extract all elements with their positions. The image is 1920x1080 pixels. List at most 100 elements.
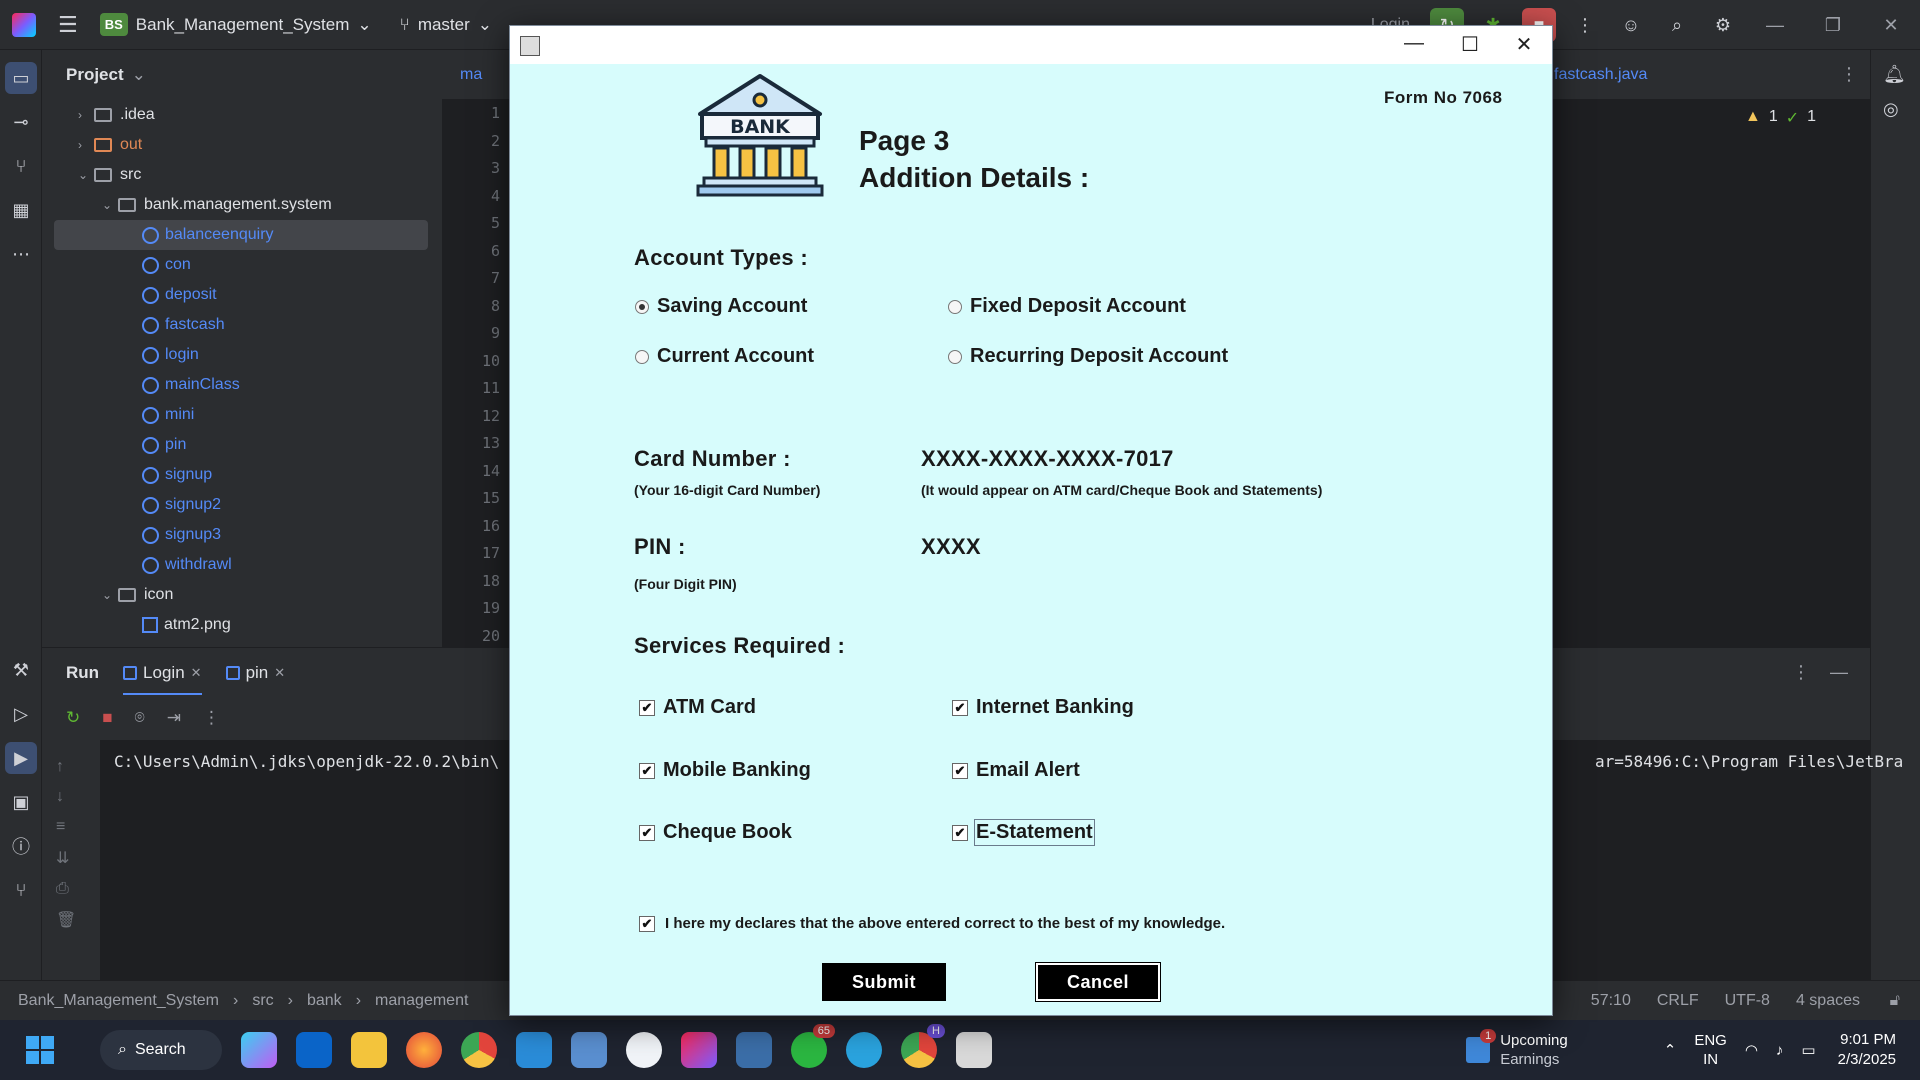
run-tab-login[interactable]: Login ✕: [123, 663, 202, 695]
problems-icon[interactable]: ⓘ: [5, 830, 37, 862]
wifi-icon[interactable]: ◠: [1745, 1041, 1758, 1059]
pull-requests-icon[interactable]: ⑂: [5, 150, 37, 182]
tree-item[interactable]: › out: [42, 130, 442, 160]
terminal-icon[interactable]: ▣: [5, 786, 37, 818]
checkbox[interactable]: ✔: [639, 915, 655, 932]
scroll-to-end-icon[interactable]: ⇊: [56, 848, 76, 868]
tree-item[interactable]: atm2.png: [42, 610, 442, 640]
radio-fixed-deposit[interactable]: Fixed Deposit Account: [948, 295, 1186, 318]
exit-icon[interactable]: ⇥: [167, 708, 181, 728]
radio-button[interactable]: [635, 299, 649, 314]
run-options-icon[interactable]: ⋮: [1792, 662, 1810, 683]
line-separator[interactable]: CRLF: [1657, 992, 1699, 1010]
chevron-down-icon[interactable]: ⌄: [102, 588, 118, 602]
intellij-taskbar-icon[interactable]: [681, 1032, 717, 1068]
chrome-icon[interactable]: [461, 1032, 497, 1068]
more-tools-icon[interactable]: ⋯: [5, 238, 37, 270]
tree-item[interactable]: ⌄ icon: [42, 580, 442, 610]
taskbar-search[interactable]: ⌕ Search: [100, 1030, 222, 1070]
radio-recurring-deposit[interactable]: Recurring Deposit Account: [948, 345, 1228, 368]
project-switcher[interactable]: BS Bank_Management_System ⌄: [99, 13, 372, 36]
virtualbox-icon[interactable]: [571, 1032, 607, 1068]
app-store-icon[interactable]: [626, 1032, 662, 1068]
scroll-up-icon[interactable]: ↑: [56, 758, 76, 776]
earnings-widget[interactable]: 1 Upcoming Earnings: [1466, 1029, 1568, 1069]
tree-item[interactable]: mini: [42, 400, 442, 430]
checkbox-atm-card[interactable]: ✔ ATM Card: [639, 696, 756, 719]
firefox-icon[interactable]: [406, 1032, 442, 1068]
structure-icon[interactable]: ▦: [5, 194, 37, 226]
settings-gear-icon[interactable]: ⚙: [1706, 8, 1740, 42]
notifications-bell-icon[interactable]: 🔔︎: [1883, 64, 1908, 85]
more-icon[interactable]: ⋮: [203, 708, 220, 728]
checkbox[interactable]: ✔: [639, 762, 655, 779]
chevron-up-icon[interactable]: ⌃: [1664, 1041, 1677, 1059]
chevron-right-icon[interactable]: ›: [78, 138, 94, 152]
java-app-icon[interactable]: [956, 1032, 992, 1068]
user-icon[interactable]: ☺: [1614, 8, 1648, 42]
vscode-icon[interactable]: [516, 1032, 552, 1068]
minimize-icon[interactable]: —: [1394, 32, 1434, 55]
print-icon[interactable]: ⎙: [56, 880, 76, 898]
tree-item[interactable]: ⌄ src: [42, 160, 442, 190]
breadcrumb-item[interactable]: Bank_Management_System: [18, 992, 219, 1010]
tree-item[interactable]: pin: [42, 430, 442, 460]
checkbox-declaration[interactable]: ✔ I here my declares that the above ente…: [639, 915, 1225, 932]
tree-item[interactable]: › .idea: [42, 100, 442, 130]
chevron-down-icon[interactable]: ⌄: [102, 198, 118, 212]
branch-switcher[interactable]: ⑂ master ⌄: [400, 15, 492, 35]
checkbox[interactable]: ✔: [639, 824, 655, 841]
tree-item[interactable]: ⌄ bank.management.system: [42, 190, 442, 220]
radio-button[interactable]: [635, 349, 649, 364]
checkbox-email-alert[interactable]: ✔ Email Alert: [952, 759, 1080, 782]
radio-button[interactable]: [948, 349, 962, 364]
more-actions-icon[interactable]: ⋮: [1568, 8, 1602, 42]
mysql-workbench-icon[interactable]: [736, 1032, 772, 1068]
services-icon[interactable]: ▷: [5, 698, 37, 730]
git-icon[interactable]: ⑂: [5, 874, 37, 906]
caret-position[interactable]: 57:10: [1591, 992, 1631, 1010]
breadcrumb-item[interactable]: bank: [307, 992, 342, 1010]
close-icon[interactable]: ✕: [1504, 32, 1544, 57]
tree-item[interactable]: con: [42, 250, 442, 280]
breadcrumb-item[interactable]: src: [252, 992, 273, 1010]
scroll-down-icon[interactable]: ↓: [56, 788, 76, 806]
whatsapp-icon[interactable]: 65: [791, 1024, 835, 1068]
clock[interactable]: 9:01 PM 2/3/2025: [1838, 1030, 1896, 1070]
language-indicator[interactable]: ENG IN: [1694, 1031, 1727, 1069]
main-menu-icon[interactable]: ☰: [58, 12, 78, 38]
ai-assistant-icon[interactable]: ◎: [1883, 99, 1908, 120]
tree-item[interactable]: login: [42, 340, 442, 370]
outlook-icon[interactable]: [296, 1032, 332, 1068]
close-tab-icon[interactable]: ✕: [274, 665, 285, 681]
cancel-button[interactable]: Cancel: [1035, 962, 1161, 1002]
tree-item[interactable]: mainClass: [42, 370, 442, 400]
search-icon[interactable]: ⌕: [1660, 8, 1694, 42]
radio-button[interactable]: [948, 299, 962, 314]
tree-item[interactable]: signup2: [42, 490, 442, 520]
radio-saving-account[interactable]: Saving Account: [635, 295, 807, 318]
lock-icon[interactable]: 🔓︎: [1890, 992, 1900, 1010]
run-tab-pin[interactable]: pin ✕: [225, 663, 285, 683]
tree-item[interactable]: signup3: [42, 520, 442, 550]
tree-item[interactable]: balanceenquiry: [54, 220, 428, 250]
maximize-icon[interactable]: ☐: [1450, 32, 1490, 57]
checkbox[interactable]: ✔: [952, 762, 968, 779]
chevron-right-icon[interactable]: ›: [78, 108, 94, 122]
project-panel-header[interactable]: Project ⌄: [42, 50, 442, 100]
rerun-icon[interactable]: ↻: [66, 708, 80, 728]
build-hammer-icon[interactable]: ⚒: [5, 654, 37, 686]
tree-item[interactable]: withdrawl: [42, 550, 442, 580]
restore-icon[interactable]: ❐: [1804, 15, 1862, 36]
trash-icon[interactable]: 🗑︎: [56, 910, 76, 930]
checkbox-internet-banking[interactable]: ✔ Internet Banking: [952, 696, 1134, 719]
file-encoding[interactable]: UTF-8: [1725, 992, 1770, 1010]
breadcrumb-item[interactable]: management: [375, 992, 468, 1010]
checkbox[interactable]: ✔: [952, 699, 968, 716]
close-icon[interactable]: ✕: [1862, 15, 1920, 36]
checkbox[interactable]: ✔: [952, 824, 968, 841]
checkbox-mobile-banking[interactable]: ✔ Mobile Banking: [639, 759, 811, 782]
soft-wrap-icon[interactable]: ≡: [56, 818, 76, 836]
project-folder-icon[interactable]: ▭: [5, 62, 37, 94]
stop-icon[interactable]: ■: [102, 708, 112, 728]
